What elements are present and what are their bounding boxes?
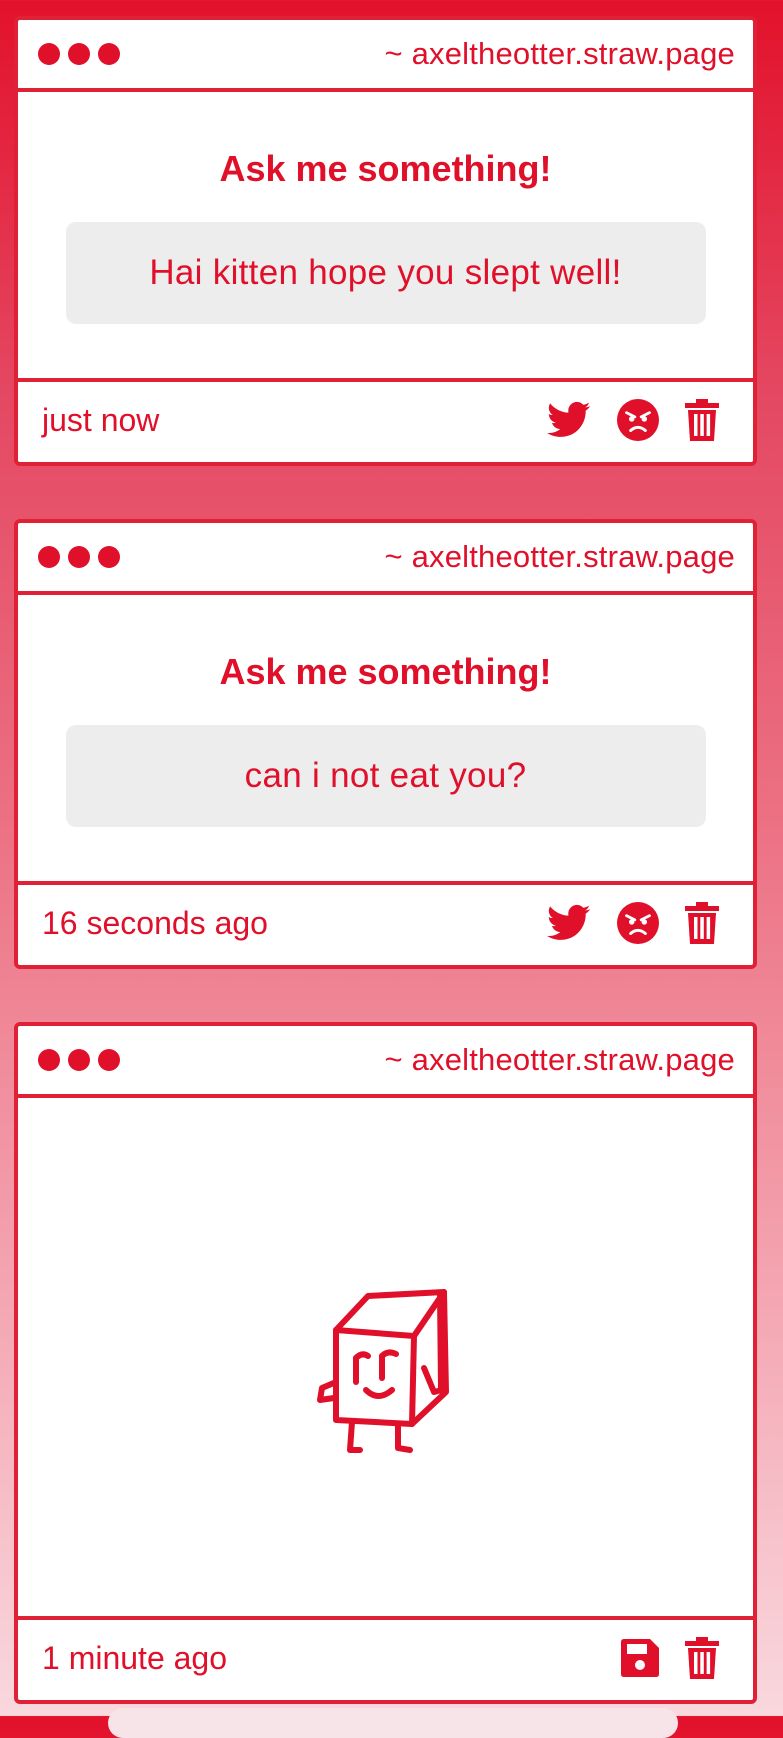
card-header: ~ axeltheotter.straw.page [18,523,753,595]
card-actions [547,902,719,944]
card-body: Ask me something! can i not eat you? [18,595,753,881]
angry-face-icon[interactable] [617,902,659,944]
window-dot [38,1049,60,1071]
angry-face-icon[interactable] [617,399,659,441]
ask-title: Ask me something! [219,651,552,692]
window-dot [68,1049,90,1071]
card-header: ~ axeltheotter.straw.page [18,1026,753,1098]
card-actions [621,1637,719,1679]
bottom-bar [108,1708,678,1738]
trash-icon[interactable] [685,902,719,944]
save-icon[interactable] [621,1639,659,1677]
message-box: can i not eat you? [65,725,706,827]
doodle-drawing [316,1289,449,1453]
card-footer: just now [18,378,753,458]
trash-icon[interactable] [685,399,719,441]
window-dot [68,546,90,568]
timestamp: 16 seconds ago [42,904,268,941]
card-actions [547,399,719,441]
card-header: ~ axeltheotter.straw.page [18,20,753,92]
window-dots [38,43,120,65]
window-dot [98,546,120,568]
twitter-icon[interactable] [547,904,591,942]
timestamp: just now [42,401,160,438]
ask-card-2: ~ axeltheotter.straw.page Ask me somethi… [14,519,757,969]
card-footer: 16 seconds ago [18,881,753,961]
window-dot [98,43,120,65]
ask-card-1: ~ axeltheotter.straw.page Ask me somethi… [14,16,757,466]
site-url: ~ axeltheotter.straw.page [384,1042,735,1077]
message-box: Hai kitten hope you slept well! [65,222,706,324]
site-url: ~ axeltheotter.straw.page [384,36,735,71]
drawing-card: ~ axeltheotter.straw.page 1 minute ago [14,1022,757,1704]
timestamp: 1 minute ago [42,1639,228,1676]
card-body [18,1098,753,1616]
ask-title: Ask me something! [219,148,552,189]
card-footer: 1 minute ago [18,1616,753,1696]
window-dot [98,1049,120,1071]
window-dot [68,43,90,65]
window-dots [38,546,120,568]
site-url: ~ axeltheotter.straw.page [384,539,735,574]
trash-icon[interactable] [685,1637,719,1679]
window-dot [38,546,60,568]
card-body: Ask me something! Hai kitten hope you sl… [18,92,753,378]
twitter-icon[interactable] [547,401,591,439]
window-dots [38,1049,120,1071]
window-dot [38,43,60,65]
